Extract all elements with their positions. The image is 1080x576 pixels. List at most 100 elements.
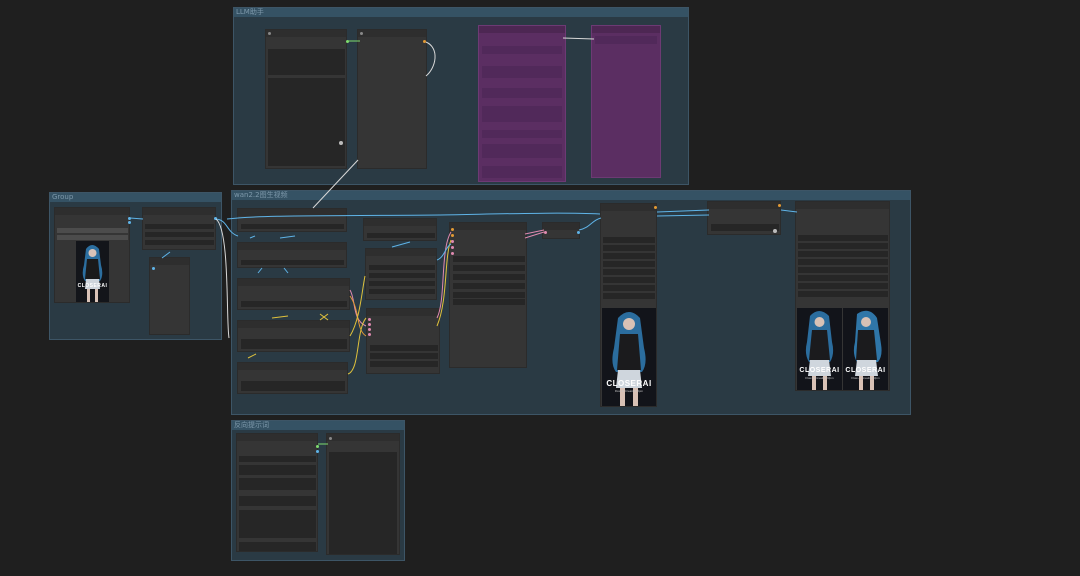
node-widget[interactable] bbox=[370, 353, 438, 359]
node-widget[interactable] bbox=[241, 224, 344, 229]
node-widget[interactable] bbox=[603, 277, 655, 283]
node-widget[interactable] bbox=[239, 478, 316, 490]
node-load-diffusion-high[interactable] bbox=[237, 208, 347, 232]
node-widget[interactable] bbox=[241, 381, 345, 391]
node-widget[interactable] bbox=[798, 283, 888, 289]
node-widget[interactable] bbox=[370, 361, 438, 367]
node-widget[interactable] bbox=[482, 46, 562, 54]
video-preview-thumbnail-right[interactable]: CLOSERAI Flow & Creative Rpm bbox=[843, 308, 888, 390]
node-widget[interactable] bbox=[453, 283, 525, 289]
node-video-combine-interp[interactable]: CLOSERAI Flow & Creative Rpm CLOSERAI Fl… bbox=[795, 201, 890, 391]
node-widget[interactable] bbox=[145, 224, 214, 229]
node-widget[interactable] bbox=[798, 291, 888, 297]
node-llm-prompt-preview[interactable] bbox=[478, 25, 566, 182]
node-frame-interpolation[interactable] bbox=[707, 201, 781, 235]
input-slot-icon[interactable] bbox=[368, 323, 371, 326]
node-widget[interactable] bbox=[453, 265, 525, 271]
node-widget[interactable] bbox=[453, 299, 525, 305]
node-widget[interactable] bbox=[145, 240, 214, 245]
node-wan-image-to-video[interactable] bbox=[366, 308, 440, 374]
input-slot-icon[interactable] bbox=[451, 252, 454, 255]
node-widget[interactable] bbox=[239, 542, 316, 551]
group-title-group[interactable]: Group bbox=[50, 193, 221, 202]
node-widget[interactable] bbox=[603, 237, 655, 243]
node-widget[interactable] bbox=[369, 273, 435, 278]
node-lora-loader-high[interactable] bbox=[237, 278, 350, 310]
node-widget[interactable] bbox=[239, 456, 316, 462]
node-collapse-dot-icon[interactable] bbox=[268, 32, 271, 35]
node-widget[interactable] bbox=[798, 251, 888, 257]
node-text-area[interactable] bbox=[595, 36, 657, 44]
output-slot-icon[interactable] bbox=[577, 231, 580, 234]
node-widget[interactable] bbox=[603, 269, 655, 275]
node-widget[interactable] bbox=[367, 233, 435, 238]
node-widget[interactable] bbox=[482, 130, 562, 138]
input-slot-icon[interactable] bbox=[451, 240, 454, 243]
node-llm-output-text[interactable] bbox=[591, 25, 661, 178]
node-text-area[interactable] bbox=[268, 78, 345, 166]
output-slot-icon[interactable] bbox=[128, 221, 131, 224]
node-load-diffusion-low[interactable] bbox=[237, 242, 347, 268]
node-negative-preview[interactable] bbox=[326, 433, 400, 555]
input-slot-icon[interactable] bbox=[544, 231, 547, 234]
node-widget[interactable] bbox=[57, 235, 128, 240]
input-slot-icon[interactable] bbox=[360, 32, 363, 35]
video-preview-thumbnail-left[interactable]: CLOSERAI Flow & Creative Rpm bbox=[797, 308, 842, 390]
node-widget[interactable] bbox=[239, 496, 316, 506]
node-widget[interactable] bbox=[603, 261, 655, 267]
node-widget[interactable] bbox=[798, 259, 888, 265]
image-preview-thumbnail[interactable]: CLOSERAI bbox=[76, 241, 109, 302]
node-widget[interactable] bbox=[603, 245, 655, 251]
node-widget[interactable] bbox=[57, 228, 128, 233]
output-slot-icon[interactable] bbox=[423, 40, 426, 43]
node-lora-loader-low[interactable] bbox=[237, 320, 350, 352]
node-model-sampling-high[interactable] bbox=[363, 218, 437, 241]
node-text-area[interactable] bbox=[329, 452, 397, 554]
node-widget[interactable] bbox=[482, 106, 562, 122]
input-slot-icon[interactable] bbox=[368, 328, 371, 331]
node-widget[interactable] bbox=[453, 256, 525, 262]
output-slot-icon[interactable] bbox=[778, 204, 781, 207]
node-negative-text-input[interactable] bbox=[236, 433, 319, 552]
node-widget[interactable] bbox=[482, 66, 562, 78]
input-slot-icon[interactable] bbox=[451, 228, 454, 231]
node-text-area[interactable] bbox=[239, 510, 316, 538]
group-title-llm[interactable]: LLM助手 bbox=[234, 8, 688, 17]
node-widget[interactable] bbox=[482, 88, 562, 98]
input-slot-icon[interactable] bbox=[451, 246, 454, 249]
node-widget[interactable] bbox=[145, 232, 214, 237]
node-widget[interactable] bbox=[603, 253, 655, 259]
input-slot-icon[interactable] bbox=[152, 267, 155, 270]
output-slot-icon[interactable] bbox=[316, 445, 319, 448]
node-widget[interactable] bbox=[453, 292, 525, 298]
node-widget[interactable] bbox=[370, 345, 438, 351]
node-widget[interactable] bbox=[241, 301, 347, 307]
node-widget[interactable] bbox=[482, 144, 562, 158]
resize-handle-icon[interactable] bbox=[339, 141, 343, 145]
node-widget[interactable] bbox=[798, 243, 888, 249]
output-slot-icon[interactable] bbox=[128, 217, 131, 220]
node-llm-model[interactable] bbox=[357, 29, 427, 169]
node-ksampler[interactable] bbox=[449, 222, 527, 368]
node-widget[interactable] bbox=[798, 275, 888, 281]
group-title-wan[interactable]: wan2.2图生视频 bbox=[232, 191, 910, 200]
output-slot-icon[interactable] bbox=[214, 217, 217, 220]
node-widget[interactable] bbox=[453, 274, 525, 280]
node-widget[interactable] bbox=[369, 281, 435, 286]
node-widget[interactable] bbox=[369, 265, 435, 270]
node-widget[interactable] bbox=[482, 166, 562, 178]
node-llm-text-input[interactable] bbox=[265, 29, 349, 169]
output-slot-icon[interactable] bbox=[316, 450, 319, 453]
node-vae-decode[interactable] bbox=[542, 222, 580, 239]
node-widget[interactable] bbox=[603, 293, 655, 299]
node-image-scale[interactable] bbox=[142, 207, 217, 250]
node-widget[interactable] bbox=[241, 260, 344, 265]
node-widget[interactable] bbox=[239, 465, 316, 475]
node-widget[interactable] bbox=[711, 224, 779, 231]
node-load-image[interactable]: CLOSERAI bbox=[54, 207, 131, 303]
node-video-combine[interactable]: CLOSERAI Flow & Creative Rpm bbox=[600, 203, 657, 407]
group-title-reverse[interactable]: 反向提示词 bbox=[232, 421, 404, 430]
node-widget[interactable] bbox=[268, 49, 345, 75]
node-image-size[interactable] bbox=[149, 257, 190, 335]
output-slot-icon[interactable] bbox=[346, 40, 349, 43]
